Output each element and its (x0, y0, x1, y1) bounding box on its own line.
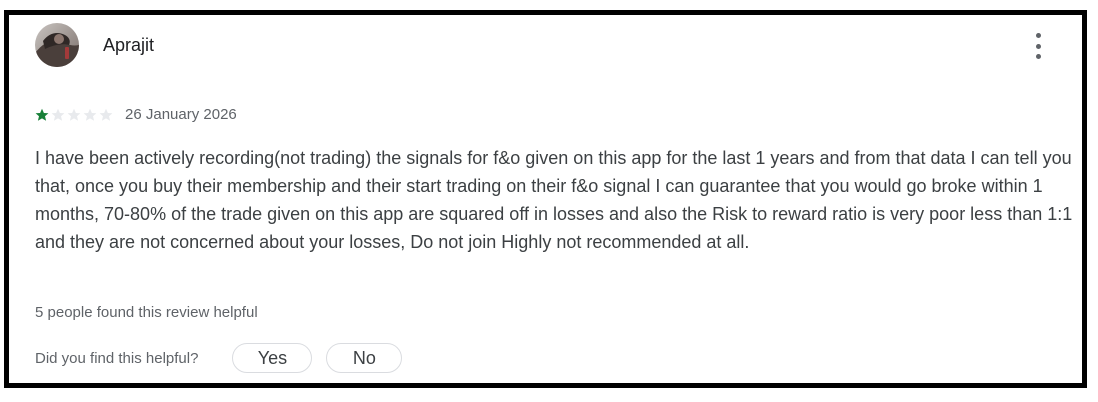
author-name: Aprajit (103, 34, 155, 55)
review-card: Aprajit 26 January 2026 I have been acti… (4, 10, 1087, 388)
no-button[interactable]: No (326, 343, 403, 373)
star-rating (35, 108, 115, 122)
helpful-question: Did you find this helpful? (35, 349, 199, 367)
star-empty-icon (51, 108, 65, 121)
review-header: Aprajit (35, 23, 154, 67)
review-date: 26 January 2026 (125, 106, 237, 123)
star-filled-icon (35, 108, 49, 121)
more-dot-bottom (1035, 54, 1041, 59)
rating-row: 26 January 2026 (35, 106, 237, 123)
review-text: I have been actively recording(not tradi… (35, 148, 1073, 252)
helpful-count: 5 people found this review helpful (35, 304, 258, 321)
star-empty-icon (99, 108, 113, 121)
star-empty-icon (67, 108, 81, 121)
more-dot-top (1035, 33, 1041, 38)
yes-button[interactable]: Yes (232, 343, 313, 373)
avatar-image (35, 23, 79, 67)
feedback-row: Did you find this helpful? Yes No (35, 343, 403, 373)
avatar (35, 23, 79, 67)
more-dot-middle (1035, 43, 1041, 49)
star-empty-icon (83, 108, 97, 121)
more-options-icon[interactable] (1030, 33, 1046, 59)
